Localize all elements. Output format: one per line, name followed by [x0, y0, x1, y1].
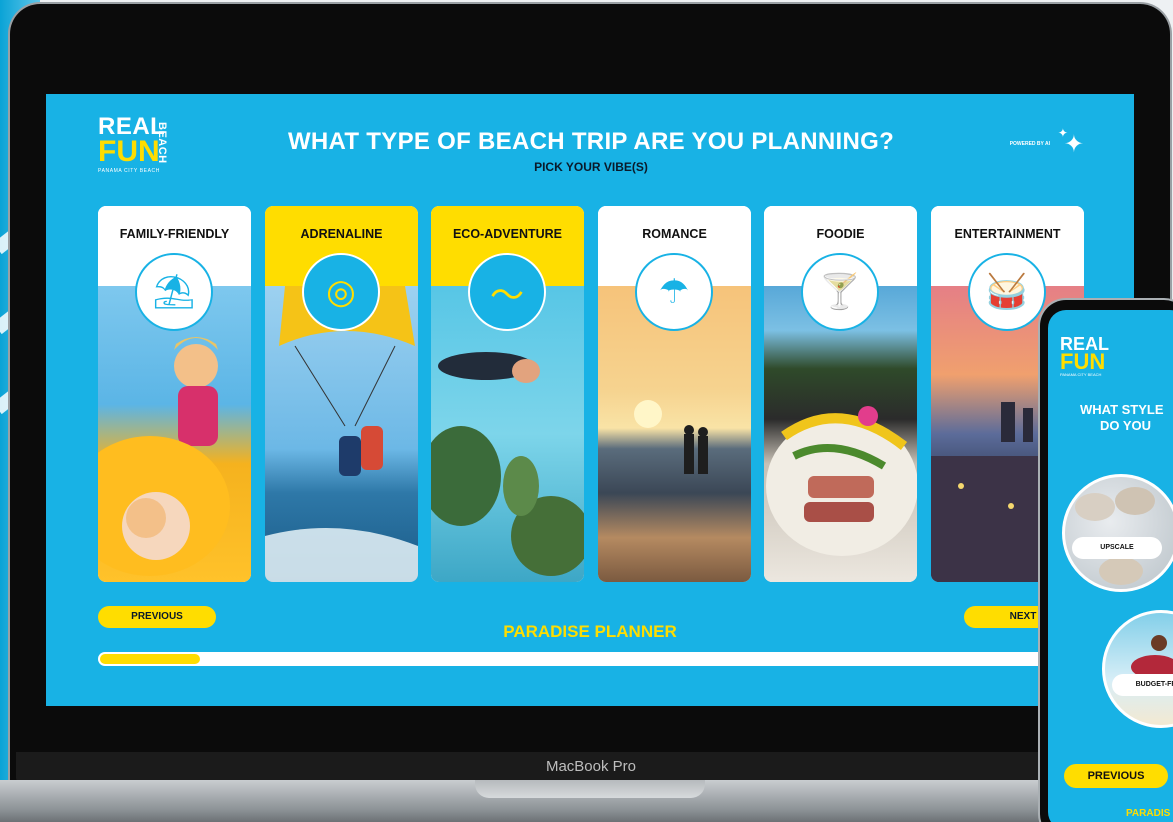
page-subtitle: PICK YOUR VIBE(S) [534, 160, 648, 174]
card-label: ROMANCE [642, 227, 707, 241]
page-title: WHAT TYPE OF BEACH TRIP ARE YOU PLANNING… [287, 128, 895, 155]
scuba-mask-icon: ◎ [302, 253, 380, 331]
phone-title-line2: DO YOU [1100, 418, 1152, 433]
progress-bar [98, 652, 1098, 666]
vibe-card-family-friendly[interactable]: FAMILY-FRIENDLY ⛱ [98, 206, 251, 582]
upscale-option-image[interactable] [1062, 474, 1173, 592]
budget-option-label[interactable]: BUDGET-FRI [1112, 674, 1173, 696]
sparkle-icon: ✦ ✦ [1057, 126, 1084, 158]
phone-planner-title: PARADIS [1126, 808, 1171, 819]
planner-title: PARADISE PLANNER [503, 622, 677, 641]
promo-scene: MacBook Pro REAL FUN BEACH PANAMA CITY B… [0, 0, 1173, 822]
phone-title-line1: WHAT STYLE [1080, 402, 1164, 417]
logo-subtitle: PANAMA CITY BEACH [98, 168, 160, 174]
app-screen: REAL FUN BEACH PANAMA CITY BEACH WHAT TY… [46, 94, 1134, 706]
card-label: ENTERTAINMENT [954, 227, 1061, 241]
upscale-option-label[interactable]: UPSCALE [1072, 537, 1162, 559]
card-label: ECO-ADVENTURE [452, 227, 563, 241]
phone-brand-logo: REAL FUN PANAMA CITY BEACH [1060, 335, 1109, 377]
card-label: FOODIE [816, 227, 865, 241]
sandcastle-icon: ⛱ [135, 253, 213, 331]
card-label: ADRENALINE [300, 227, 383, 241]
vibe-card-foodie[interactable]: FOODIE 🍸 [764, 206, 917, 582]
phone-logo-fun: FUN [1060, 349, 1106, 374]
phone-screen: REAL FUN PANAMA CITY BEACH WHAT STYLE DO… [1048, 310, 1173, 822]
budget-option-image[interactable] [1102, 610, 1173, 728]
cocktail-icon: 🍸 [801, 253, 879, 331]
phone-frame: REAL FUN PANAMA CITY BEACH WHAT STYLE DO… [1040, 300, 1173, 822]
dolphin-icon: 〜 [468, 253, 546, 331]
laptop-chin: MacBook Pro [16, 752, 1166, 782]
brand-logo: REAL FUN BEACH PANAMA CITY BEACH [98, 115, 188, 176]
drum-kit-icon: 🥁 [968, 253, 1046, 331]
phone-previous-button[interactable]: PREVIOUS [1064, 764, 1168, 788]
card-label: FAMILY-FRIENDLY [119, 227, 230, 241]
powered-by-label: POWERED BY AI [1009, 141, 1050, 147]
logo-beach: BEACH [156, 122, 168, 164]
progress-fill [100, 654, 200, 664]
logo-fun: FUN [98, 135, 160, 168]
vibe-cards: FAMILY-FRIENDLY ⛱ ADRENALINE ◎ ECO-ADVEN… [98, 206, 1084, 582]
vibe-card-adrenaline[interactable]: ADRENALINE ◎ [265, 206, 418, 582]
vibe-card-eco-adventure[interactable]: ECO-ADVENTURE 〜 [431, 206, 584, 582]
laptop-notch [475, 780, 705, 798]
vibe-card-romance[interactable]: ROMANCE ☂ [598, 206, 751, 582]
beach-umbrella-icon: ☂ [635, 253, 713, 331]
laptop-brand-label: MacBook Pro [545, 758, 637, 775]
